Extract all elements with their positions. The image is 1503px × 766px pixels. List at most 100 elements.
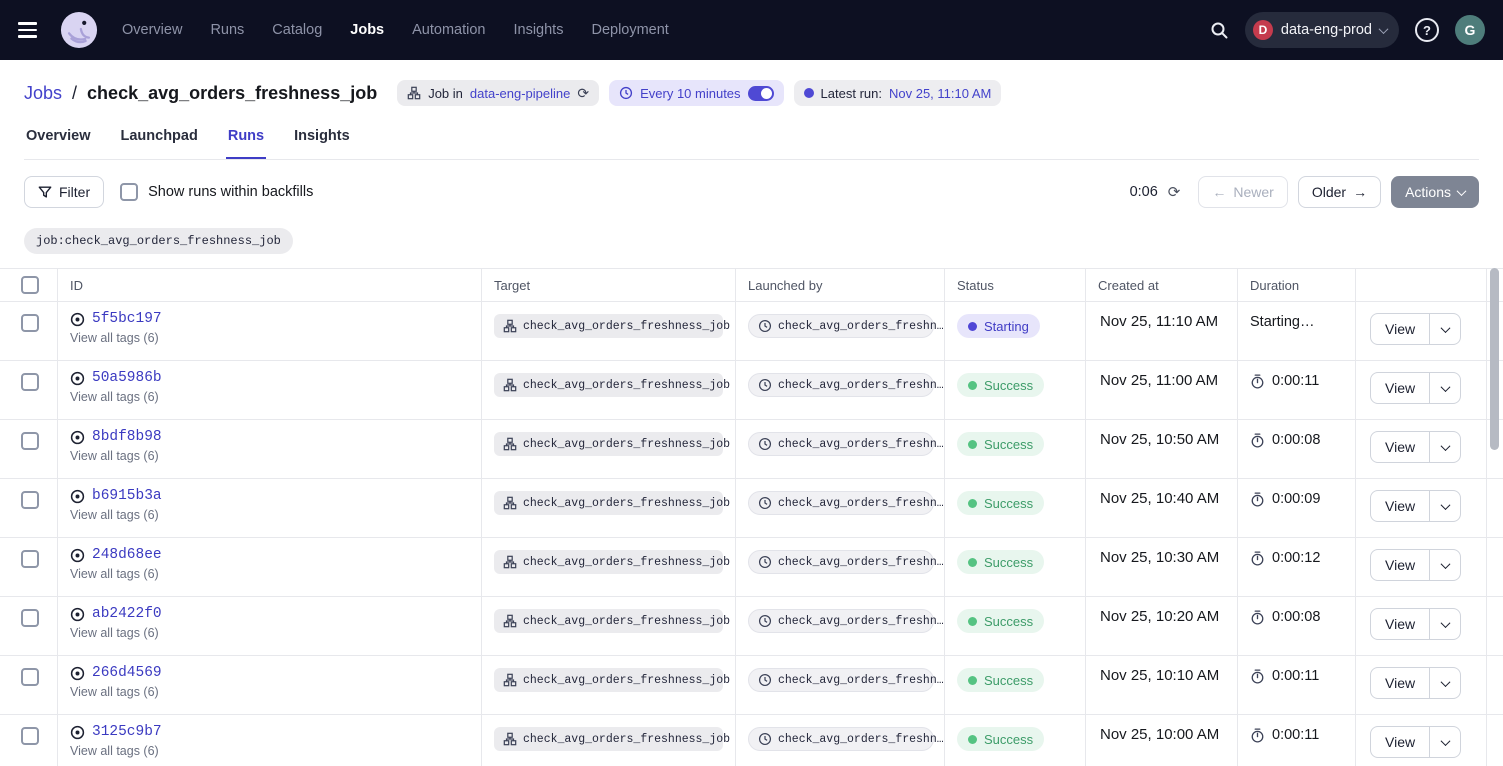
target-job-chip[interactable]: check_avg_orders_freshness_job xyxy=(494,432,723,456)
view-all-tags-link[interactable]: View all tags (6) xyxy=(70,508,159,522)
run-id-link[interactable]: 5f5bc197 xyxy=(92,311,162,327)
older-button[interactable]: Older → xyxy=(1298,176,1381,208)
view-run-dropdown-button[interactable] xyxy=(1429,432,1460,462)
launched-by-chip[interactable]: check_avg_orders_freshn… xyxy=(748,373,934,397)
run-id-link[interactable]: 248d68ee xyxy=(92,547,162,563)
user-avatar[interactable]: G xyxy=(1455,15,1485,45)
view-all-tags-link[interactable]: View all tags (6) xyxy=(70,390,159,404)
tab-launchpad[interactable]: Launchpad xyxy=(119,128,200,159)
view-run-button[interactable]: View xyxy=(1371,432,1429,462)
run-id-link[interactable]: 3125c9b7 xyxy=(92,724,162,740)
target-job-chip[interactable]: check_avg_orders_freshness_job xyxy=(494,550,723,574)
run-id-link[interactable]: 266d4569 xyxy=(92,665,162,681)
show-backfills-checkbox[interactable] xyxy=(120,183,138,201)
chevron-down-icon xyxy=(1440,677,1450,687)
job-graph-icon xyxy=(407,86,421,100)
tab-runs[interactable]: Runs xyxy=(226,128,266,159)
newer-button[interactable]: ← Newer xyxy=(1198,176,1287,208)
view-run-dropdown-button[interactable] xyxy=(1429,550,1460,580)
view-cell: View xyxy=(1356,715,1487,766)
nav-item-runs[interactable]: Runs xyxy=(210,22,244,38)
latest-run-badge: Latest run: Nov 25, 11:10 AM xyxy=(794,80,1002,106)
view-run-button[interactable]: View xyxy=(1371,550,1429,580)
nav-item-jobs[interactable]: Jobs xyxy=(350,22,384,38)
refresh-icon[interactable]: ⟳ xyxy=(1168,185,1181,200)
view-run-dropdown-button[interactable] xyxy=(1429,491,1460,521)
breadcrumb-jobs-link[interactable]: Jobs xyxy=(24,83,62,104)
nav-item-overview[interactable]: Overview xyxy=(122,22,182,38)
view-all-tags-link[interactable]: View all tags (6) xyxy=(70,626,159,640)
target-job-chip[interactable]: check_avg_orders_freshness_job xyxy=(494,727,723,751)
run-id-link[interactable]: ab2422f0 xyxy=(92,606,162,622)
search-icon[interactable] xyxy=(1210,21,1229,40)
help-button[interactable]: ? xyxy=(1415,18,1439,42)
tab-overview[interactable]: Overview xyxy=(24,128,93,159)
view-run-dropdown-button[interactable] xyxy=(1429,727,1460,757)
row-checkbox[interactable] xyxy=(21,727,39,745)
run-id-link[interactable]: 50a5986b xyxy=(92,370,162,386)
target-cell: check_avg_orders_freshness_job xyxy=(482,302,736,360)
schedule-toggle[interactable] xyxy=(748,86,774,101)
deployment-switcher[interactable]: D data-eng-prod xyxy=(1245,12,1399,48)
launched-by-chip[interactable]: check_avg_orders_freshn… xyxy=(748,491,934,515)
select-all-checkbox[interactable] xyxy=(21,276,39,294)
launched-by-chip[interactable]: check_avg_orders_freshn… xyxy=(748,550,934,574)
hamburger-menu-icon[interactable] xyxy=(18,14,50,46)
actions-button[interactable]: Actions xyxy=(1391,176,1479,208)
view-all-tags-link[interactable]: View all tags (6) xyxy=(70,685,159,699)
view-run-button[interactable]: View xyxy=(1371,314,1429,344)
view-run-button[interactable]: View xyxy=(1371,609,1429,639)
nav-item-automation[interactable]: Automation xyxy=(412,22,485,38)
target-job-chip[interactable]: check_avg_orders_freshness_job xyxy=(494,491,723,515)
launched-by-cell: check_avg_orders_freshn… xyxy=(736,538,945,596)
view-run-button[interactable]: View xyxy=(1371,668,1429,698)
chevron-down-icon xyxy=(1440,441,1450,451)
nav-item-insights[interactable]: Insights xyxy=(513,22,563,38)
target-job-chip[interactable]: check_avg_orders_freshness_job xyxy=(494,668,723,692)
status-cell: Success xyxy=(945,479,1086,537)
created-at-cell: Nov 25, 10:30 AM xyxy=(1086,538,1238,596)
run-id-link[interactable]: b6915b3a xyxy=(92,488,162,504)
latest-run-link[interactable]: Nov 25, 11:10 AM xyxy=(889,86,991,101)
target-cell: check_avg_orders_freshness_job xyxy=(482,656,736,714)
row-checkbox[interactable] xyxy=(21,373,39,391)
target-job-chip[interactable]: check_avg_orders_freshness_job xyxy=(494,314,723,338)
view-run-button[interactable]: View xyxy=(1371,727,1429,757)
filter-button[interactable]: Filter xyxy=(24,176,104,208)
job-filter-tag[interactable]: job:check_avg_orders_freshness_job xyxy=(24,228,293,254)
target-job-chip[interactable]: check_avg_orders_freshness_job xyxy=(494,373,723,397)
launched-by-chip[interactable]: check_avg_orders_freshn… xyxy=(748,432,934,456)
view-all-tags-link[interactable]: View all tags (6) xyxy=(70,449,159,463)
view-run-dropdown-button[interactable] xyxy=(1429,314,1460,344)
row-checkbox[interactable] xyxy=(21,609,39,627)
view-all-tags-link[interactable]: View all tags (6) xyxy=(70,744,159,758)
view-all-tags-link[interactable]: View all tags (6) xyxy=(70,567,159,581)
view-run-dropdown-button[interactable] xyxy=(1429,373,1460,403)
vertical-scrollbar[interactable] xyxy=(1490,268,1499,450)
view-run-dropdown-button[interactable] xyxy=(1429,609,1460,639)
row-checkbox[interactable] xyxy=(21,668,39,686)
launched-by-chip[interactable]: check_avg_orders_freshn… xyxy=(748,609,934,633)
view-all-tags-link[interactable]: View all tags (6) xyxy=(70,331,159,345)
row-checkbox[interactable] xyxy=(21,491,39,509)
reload-icon[interactable]: ⟳ xyxy=(577,86,589,100)
nav-item-deployment[interactable]: Deployment xyxy=(591,22,668,38)
view-run-dropdown-button[interactable] xyxy=(1429,668,1460,698)
run-id-link[interactable]: 8bdf8b98 xyxy=(92,429,162,445)
target-job-chip[interactable]: check_avg_orders_freshness_job xyxy=(494,609,723,633)
table-row: b6915b3a View all tags (6) check_avg_ord… xyxy=(0,479,1503,538)
row-checkbox[interactable] xyxy=(21,314,39,332)
duration-cell: 0:00:09 xyxy=(1238,479,1356,537)
view-run-button[interactable]: View xyxy=(1371,491,1429,521)
row-checkbox[interactable] xyxy=(21,432,39,450)
target-cell: check_avg_orders_freshness_job xyxy=(482,538,736,596)
launched-by-chip[interactable]: check_avg_orders_freshn… xyxy=(748,314,934,338)
job-location-link[interactable]: data-eng-pipeline xyxy=(470,86,570,101)
view-run-button[interactable]: View xyxy=(1371,373,1429,403)
launched-by-chip[interactable]: check_avg_orders_freshn… xyxy=(748,668,934,692)
tab-insights[interactable]: Insights xyxy=(292,128,352,159)
nav-item-catalog[interactable]: Catalog xyxy=(272,22,322,38)
older-button-label: Older xyxy=(1312,184,1346,200)
row-checkbox[interactable] xyxy=(21,550,39,568)
launched-by-chip[interactable]: check_avg_orders_freshn… xyxy=(748,727,934,751)
